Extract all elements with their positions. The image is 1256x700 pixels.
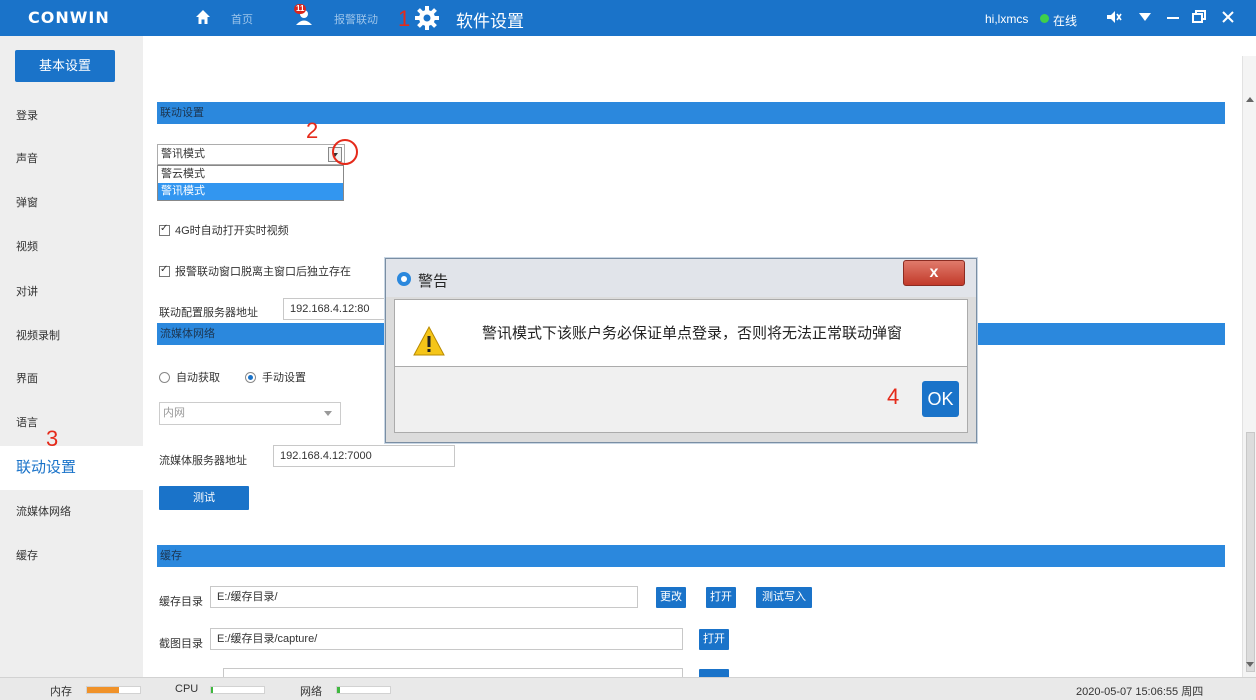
title-bar: CONWIN 首页 11 报警联动 1 软件设置 hi,lxmcs 在线 — [0, 0, 1256, 36]
scroll-up-icon[interactable] — [1246, 96, 1254, 102]
warning-dialog: 警告 x 警讯模式下该账户务必保证单点登录，否则将无法正常联动弹窗 4 OK — [385, 258, 977, 443]
basic-settings-button[interactable]: 基本设置 — [15, 50, 115, 82]
partial-button[interactable] — [699, 669, 729, 677]
minimize-icon[interactable] — [1164, 8, 1182, 26]
network-select[interactable]: 内网 — [159, 402, 341, 425]
network-label: 网络 — [300, 686, 322, 698]
dialog-close-button[interactable]: x — [903, 260, 965, 286]
dialog-title: 警告 — [418, 273, 449, 290]
check-detach-row[interactable]: 报警联动窗口脱离主窗口后独立存在 — [159, 263, 351, 279]
section-cache-header: 缓存 — [157, 545, 1225, 567]
app-logo: CONWIN — [28, 8, 110, 27]
datetime: 2020-05-07 15:06:55 周四 — [1076, 686, 1204, 698]
annotation-circle — [332, 139, 358, 165]
content-scrollbar[interactable] — [1242, 56, 1256, 677]
radio-auto[interactable] — [159, 371, 170, 383]
mode-select[interactable]: 警讯模式 — [157, 144, 345, 165]
checkbox-detach[interactable] — [159, 264, 170, 277]
mute-speaker-icon[interactable] — [1105, 8, 1123, 26]
mode-select-value: 警讯模式 — [161, 148, 205, 160]
close-icon[interactable] — [1219, 8, 1237, 26]
sidebar-item-login[interactable]: 登录 — [0, 96, 143, 136]
dialog-message: 警讯模式下该账户务必保证单点登录，否则将无法正常联动弹窗 — [482, 325, 903, 342]
sidebar-item-sound[interactable]: 声音 — [0, 139, 143, 179]
sidebar-item-intercom[interactable]: 对讲 — [0, 272, 143, 312]
nav-settings-label[interactable]: 软件设置 — [456, 7, 524, 32]
sidebar-item-popup[interactable]: 弹窗 — [0, 183, 143, 223]
annotation-1: 1 — [398, 6, 411, 31]
mode-option-xun[interactable]: 警讯模式 — [158, 183, 343, 200]
restore-icon[interactable] — [1190, 8, 1208, 26]
chevron-down-icon — [324, 411, 332, 416]
sidebar-item-streaming[interactable]: 流媒体网络 — [0, 492, 143, 532]
sidebar-item-linkage[interactable]: 联动设置 — [0, 446, 143, 490]
memory-meter — [86, 686, 141, 694]
open-dir-button[interactable]: 打开 — [706, 587, 736, 608]
checkbox-4g[interactable] — [159, 223, 170, 236]
mode-dropdown-list: 警云模式 警讯模式 — [157, 165, 344, 201]
annotation-2: 2 — [306, 118, 319, 143]
streaming-server-label: 流媒体服务器地址 — [159, 455, 247, 467]
radio-manual[interactable] — [245, 371, 256, 383]
dialog-body: 警讯模式下该账户务必保证单点登录，否则将无法正常联动弹窗 — [394, 299, 968, 367]
dialog-footer: 4 OK — [394, 367, 968, 433]
check-detach-label: 报警联动窗口脱离主窗口后独立存在 — [175, 266, 351, 278]
radio-auto-row[interactable]: 自动获取 — [159, 369, 220, 385]
sidebar-item-language[interactable]: 语言 — [0, 403, 143, 443]
linkage-server-label: 联动配置服务器地址 — [159, 307, 258, 319]
change-dir-button[interactable]: 更改 — [656, 587, 686, 608]
cache-dir-input[interactable]: E:/缓存目录/ — [210, 586, 638, 608]
check-4g-label: 4G时自动打开实时视频 — [175, 225, 289, 237]
sidebar-item-recording[interactable]: 视频录制 — [0, 316, 143, 356]
user-name: hi,lxmcs — [985, 12, 1029, 26]
radio-manual-row[interactable]: 手动设置 — [245, 369, 306, 385]
network-select-value: 内网 — [163, 407, 185, 419]
memory-fill — [87, 687, 119, 693]
radio-auto-label: 自动获取 — [176, 372, 220, 384]
nav-alarm-label[interactable]: 报警联动 — [334, 11, 378, 27]
status-bar: 内存 CPU 网络 2020-05-07 15:06:55 周四 — [0, 677, 1256, 700]
sidebar-item-cache[interactable]: 缓存 — [0, 536, 143, 576]
cpu-meter — [210, 686, 265, 694]
settings-sidebar: 基本设置 登录 声音 弹窗 视频 对讲 视频录制 界面 语言 3 联动设置 流媒… — [0, 36, 143, 677]
capture-dir-input[interactable]: E:/缓存目录/capture/ — [210, 628, 683, 650]
partial-input[interactable] — [223, 668, 683, 677]
capture-dir-label: 截图目录 — [159, 638, 203, 650]
open-capture-button[interactable]: 打开 — [699, 629, 729, 650]
linkage-server-input[interactable]: 192.168.4.12:80 — [283, 298, 393, 320]
sidebar-item-video[interactable]: 视频 — [0, 227, 143, 267]
network-meter — [336, 686, 391, 694]
cache-dir-label: 缓存目录 — [159, 596, 203, 608]
dropdown-triangle-icon[interactable] — [1136, 8, 1154, 26]
gear-icon[interactable] — [415, 6, 439, 30]
cpu-label: CPU — [175, 683, 199, 695]
ok-button[interactable]: OK — [922, 381, 959, 417]
online-status-label: 在线 — [1053, 14, 1078, 28]
test-write-button[interactable]: 测试写入 — [756, 587, 812, 608]
scrollbar-thumb[interactable] — [1246, 432, 1255, 672]
home-icon[interactable] — [195, 9, 211, 25]
mode-option-cloud[interactable]: 警云模式 — [158, 166, 343, 183]
app-shield-icon — [397, 272, 411, 286]
warning-icon — [413, 325, 445, 356]
sidebar-item-interface[interactable]: 界面 — [0, 359, 143, 399]
nav-home-label[interactable]: 首页 — [231, 11, 253, 27]
scroll-down-icon[interactable] — [1246, 662, 1254, 668]
streaming-server-input[interactable]: 192.168.4.12:7000 — [273, 445, 455, 467]
online-status-icon — [1040, 14, 1049, 23]
dialog-title-bar: 警告 x — [386, 259, 976, 297]
cpu-fill — [211, 687, 213, 693]
test-button[interactable]: 测试 — [159, 486, 249, 510]
radio-manual-label: 手动设置 — [262, 372, 306, 384]
annotation-4: 4 — [887, 384, 900, 409]
memory-label: 内存 — [50, 686, 72, 698]
check-4g-row[interactable]: 4G时自动打开实时视频 — [159, 222, 289, 238]
network-fill — [337, 687, 340, 693]
